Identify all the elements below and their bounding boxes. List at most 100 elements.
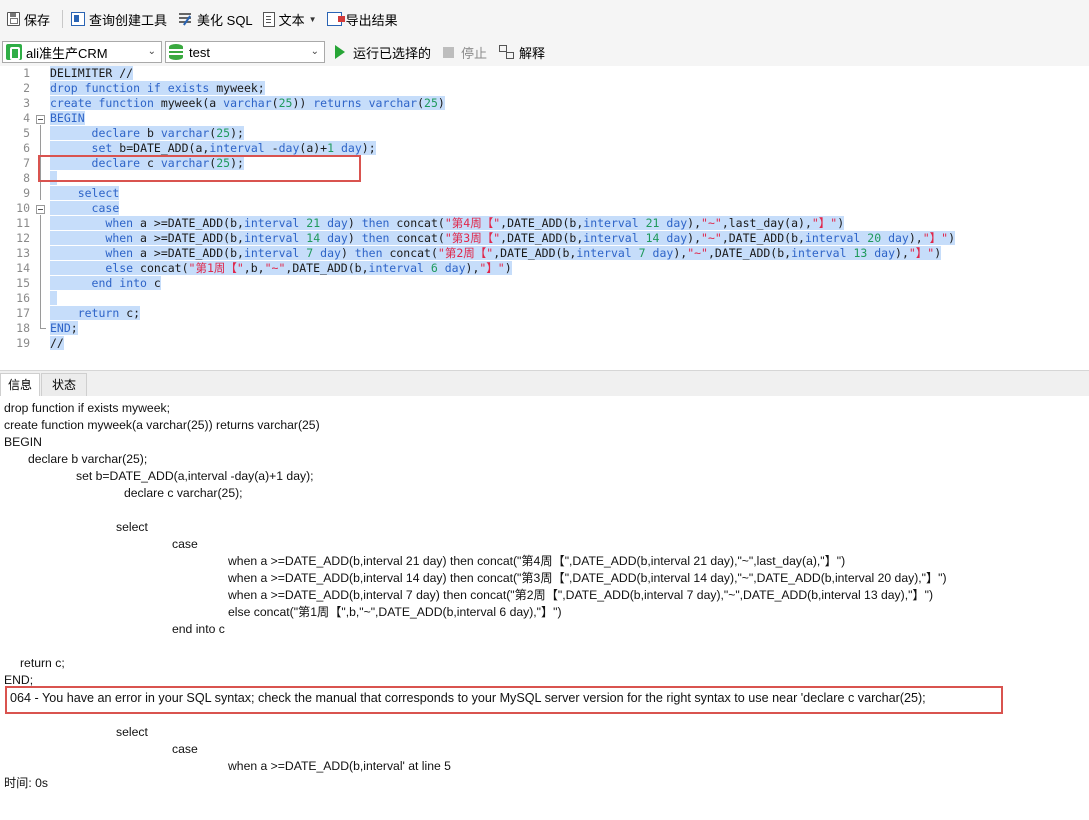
message-line: declare c varchar(25); (124, 486, 243, 500)
message-line: drop function if exists myweek; (4, 401, 170, 415)
selected-text: else concat("第1周【",b,"~",DATE_ADD(b,inte… (50, 261, 512, 275)
export-icon (326, 12, 345, 26)
text-label: 文本 (278, 12, 305, 28)
fold-guide (40, 215, 41, 328)
stop-icon (443, 46, 455, 58)
code-line[interactable]: when a >=DATE_ADD(b,interval 14 day) the… (50, 231, 956, 246)
selected-text: when a >=DATE_ADD(b,interval 21 day) the… (50, 216, 845, 230)
code-line[interactable]: END; (50, 321, 78, 336)
result-tabs: 信息 状态 (0, 370, 1089, 396)
stop-label: 停止 (461, 45, 488, 61)
line-number: 13 (16, 246, 30, 260)
line-number: 16 (16, 291, 30, 305)
code-line[interactable]: return c; (50, 306, 141, 321)
chevron-down-icon: ⌄ (147, 46, 156, 57)
editor-gutter: 1 2 3 4 5 6 7 8 9 10 11 12 13 14 15 16 1… (0, 66, 48, 369)
selected-text: // (50, 336, 64, 350)
explain-icon (499, 45, 515, 59)
connection-value: ali准生产CRM (26, 45, 108, 61)
code-line[interactable]: case (50, 201, 120, 216)
database-value: test (189, 44, 210, 60)
code-line[interactable]: drop function if exists myweek; (50, 81, 265, 96)
error-highlight-box (5, 686, 1003, 714)
line-number: 2 (23, 81, 30, 95)
connection-select[interactable]: ali准生产CRM ⌄ (2, 41, 162, 63)
code-line[interactable]: else concat("第1周【",b,"~",DATE_ADD(b,inte… (50, 261, 512, 276)
line-number: 10 (16, 201, 30, 215)
line-number: 12 (16, 231, 30, 245)
export-results-button[interactable]: 导出结果 (324, 7, 401, 31)
save-icon (7, 12, 20, 26)
selected-text: create function myweek(a varchar(25)) re… (50, 96, 445, 110)
fold-toggle-icon[interactable] (36, 115, 45, 124)
database-select[interactable]: test ⌄ (165, 41, 325, 63)
database-icon (169, 44, 183, 60)
fold-end-marker (40, 328, 46, 329)
line-number: 14 (16, 261, 30, 275)
query-builder-label: 查询创建工具 (89, 12, 168, 28)
message-panel: drop function if exists myweek; create f… (0, 396, 1089, 820)
stop-button[interactable]: 停止 (443, 43, 487, 62)
chevron-down-icon: ⌄ (310, 46, 319, 57)
code-line[interactable]: when a >=DATE_ADD(b,interval 7 day) then… (50, 246, 942, 261)
selected-text: set b=DATE_ADD(a,interval -day(a)+1 day)… (50, 141, 376, 155)
code-line[interactable]: create function myweek(a varchar(25)) re… (50, 96, 445, 111)
message-line: select (116, 725, 148, 739)
fold-toggle-icon[interactable] (36, 205, 45, 214)
selected-text (50, 291, 57, 305)
selected-text: END; (50, 321, 78, 335)
beautify-icon (177, 12, 193, 26)
code-line[interactable]: declare b varchar(25); (50, 126, 244, 141)
selected-text: return c; (50, 306, 141, 320)
connection-icon (6, 44, 22, 60)
line-number: 1 (23, 66, 30, 80)
sql-editor[interactable]: 1 2 3 4 5 6 7 8 9 10 11 12 13 14 15 16 1… (0, 66, 1089, 369)
tab-info[interactable]: 信息 (0, 373, 41, 396)
selected-text: case (50, 201, 120, 215)
run-selected-label: 运行已选择的 (353, 45, 432, 61)
line-number: 15 (16, 276, 30, 290)
code-line[interactable]: // (50, 336, 64, 351)
code-line[interactable]: BEGIN (50, 111, 85, 126)
message-line: when a >=DATE_ADD(b,interval 7 day) then… (228, 588, 933, 602)
message-line: BEGIN (4, 435, 42, 449)
tab-status[interactable]: 状态 (41, 373, 88, 396)
selected-text: select (50, 186, 120, 200)
code-line[interactable]: DELIMITER // (50, 66, 134, 81)
code-line[interactable]: when a >=DATE_ADD(b,interval 21 day) the… (50, 216, 845, 231)
code-line[interactable]: select (50, 186, 120, 201)
selected-text: declare b varchar(25); (50, 126, 244, 140)
message-line: else concat("第1周【",b,"~",DATE_ADD(b,inte… (228, 605, 562, 619)
line-number: 9 (23, 186, 30, 200)
code-line[interactable] (50, 291, 57, 306)
selected-text: BEGIN (50, 111, 85, 125)
selected-text: drop function if exists myweek; (50, 81, 265, 95)
code-line[interactable]: set b=DATE_ADD(a,interval -day(a)+1 day)… (50, 141, 376, 156)
message-line: when a >=DATE_ADD(b,interval' at line 5 (228, 759, 451, 773)
line-number: 4 (23, 111, 30, 125)
selected-text: when a >=DATE_ADD(b,interval 14 day) the… (50, 231, 956, 245)
annotation-highlight-box (38, 155, 361, 182)
message-line: set b=DATE_ADD(a,interval -day(a)+1 day)… (76, 469, 314, 483)
text-button[interactable]: 文本 ▼ (260, 7, 320, 31)
line-number: 6 (23, 141, 30, 155)
explain-button[interactable]: 解释 (499, 43, 545, 62)
message-line: when a >=DATE_ADD(b,interval 21 day) the… (228, 554, 846, 568)
message-line: return c; (20, 656, 65, 670)
chevron-down-icon[interactable]: ▼ (309, 15, 317, 24)
selected-text: end into c (50, 276, 161, 290)
selected-text: when a >=DATE_ADD(b,interval 7 day) then… (50, 246, 942, 260)
message-line: create function myweek(a varchar(25)) re… (4, 418, 320, 432)
beautify-sql-button[interactable]: 美化 SQL (174, 7, 256, 31)
play-icon (335, 45, 345, 59)
code-line[interactable]: end into c (50, 276, 161, 291)
elapsed-time: 时间: 0s (4, 776, 49, 790)
message-line: when a >=DATE_ADD(b,interval 14 day) the… (228, 571, 947, 585)
query-builder-button[interactable]: 查询创建工具 (68, 7, 170, 31)
run-selected-button[interactable]: 运行已选择的 (335, 43, 431, 62)
message-line: case (172, 537, 198, 551)
save-button[interactable]: 保存 (4, 7, 53, 31)
message-line: declare b varchar(25); (28, 452, 148, 466)
line-number: 17 (16, 306, 30, 320)
beautify-sql-label: 美化 SQL (197, 12, 253, 28)
